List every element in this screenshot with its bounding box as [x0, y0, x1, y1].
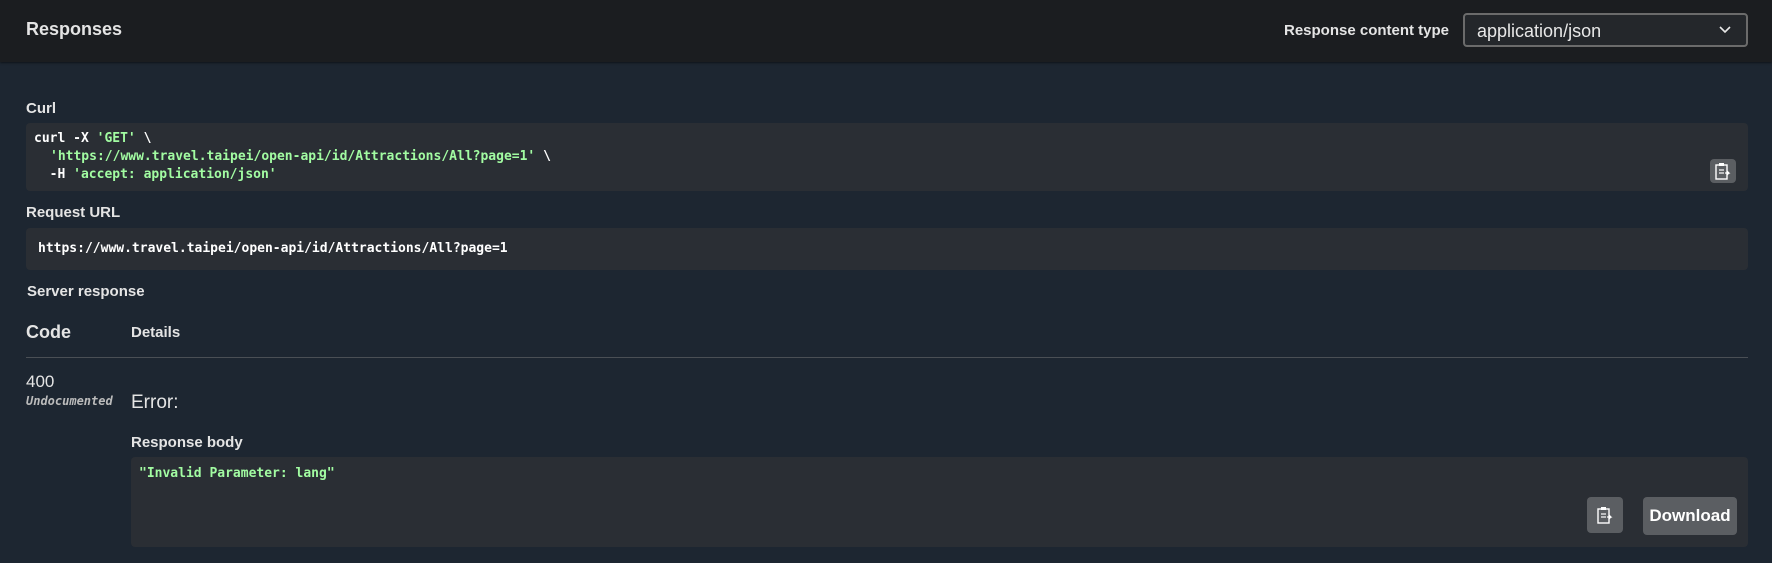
- response-body-block: "Invalid Parameter: lang": [131, 457, 1748, 547]
- error-text: Error:: [131, 392, 179, 413]
- request-url-label: Request URL: [26, 204, 121, 221]
- curl-command-block: curl -X 'GET' \ 'https://www.travel.taip…: [26, 123, 1748, 191]
- download-button[interactable]: Download: [1643, 497, 1737, 535]
- curl-line-continuation: \: [535, 149, 551, 164]
- curl-line-continuation: \: [135, 131, 152, 146]
- response-content-type-label: Response content type: [1284, 22, 1450, 39]
- status-code: 400: [26, 372, 55, 391]
- clipboard-icon: [1597, 507, 1613, 524]
- curl-accept-header: 'accept: application/json': [73, 167, 277, 182]
- curl-label: Curl: [26, 100, 56, 117]
- response-content-type-value: application/json: [1477, 21, 1602, 41]
- code-column-header: Code: [26, 322, 71, 342]
- response-content-type-select[interactable]: application/json: [1463, 13, 1748, 47]
- header-divider: [26, 357, 1748, 358]
- curl-line-3: -H 'accept: application/json': [34, 167, 277, 182]
- undocumented-note: Undocumented: [26, 394, 113, 408]
- responses-header: Responses Response content type applicat…: [0, 0, 1772, 62]
- copy-response-button[interactable]: [1587, 497, 1623, 533]
- responses-title: Responses: [26, 19, 123, 39]
- clipboard-icon: [1715, 163, 1731, 180]
- request-url-block: https://www.travel.taipei/open-api/id/At…: [26, 228, 1748, 270]
- curl-line-1: curl -X 'GET' \: [34, 131, 151, 146]
- request-url-value: https://www.travel.taipei/open-api/id/At…: [38, 241, 508, 256]
- curl-method: 'GET': [96, 131, 136, 146]
- chevron-down-icon: [1719, 26, 1731, 34]
- copy-curl-button[interactable]: [1710, 159, 1736, 183]
- curl-url: 'https://www.travel.taipei/open-api/id/A…: [50, 149, 536, 164]
- curl-line-2: 'https://www.travel.taipei/open-api/id/A…: [50, 149, 551, 164]
- curl-command: curl -X: [34, 131, 97, 146]
- curl-header-flag: -H: [34, 167, 74, 182]
- details-column-header: Details: [131, 324, 181, 341]
- response-body-text: "Invalid Parameter: lang": [139, 466, 335, 481]
- response-body-label: Response body: [131, 434, 243, 451]
- server-response-label: Server response: [27, 283, 145, 300]
